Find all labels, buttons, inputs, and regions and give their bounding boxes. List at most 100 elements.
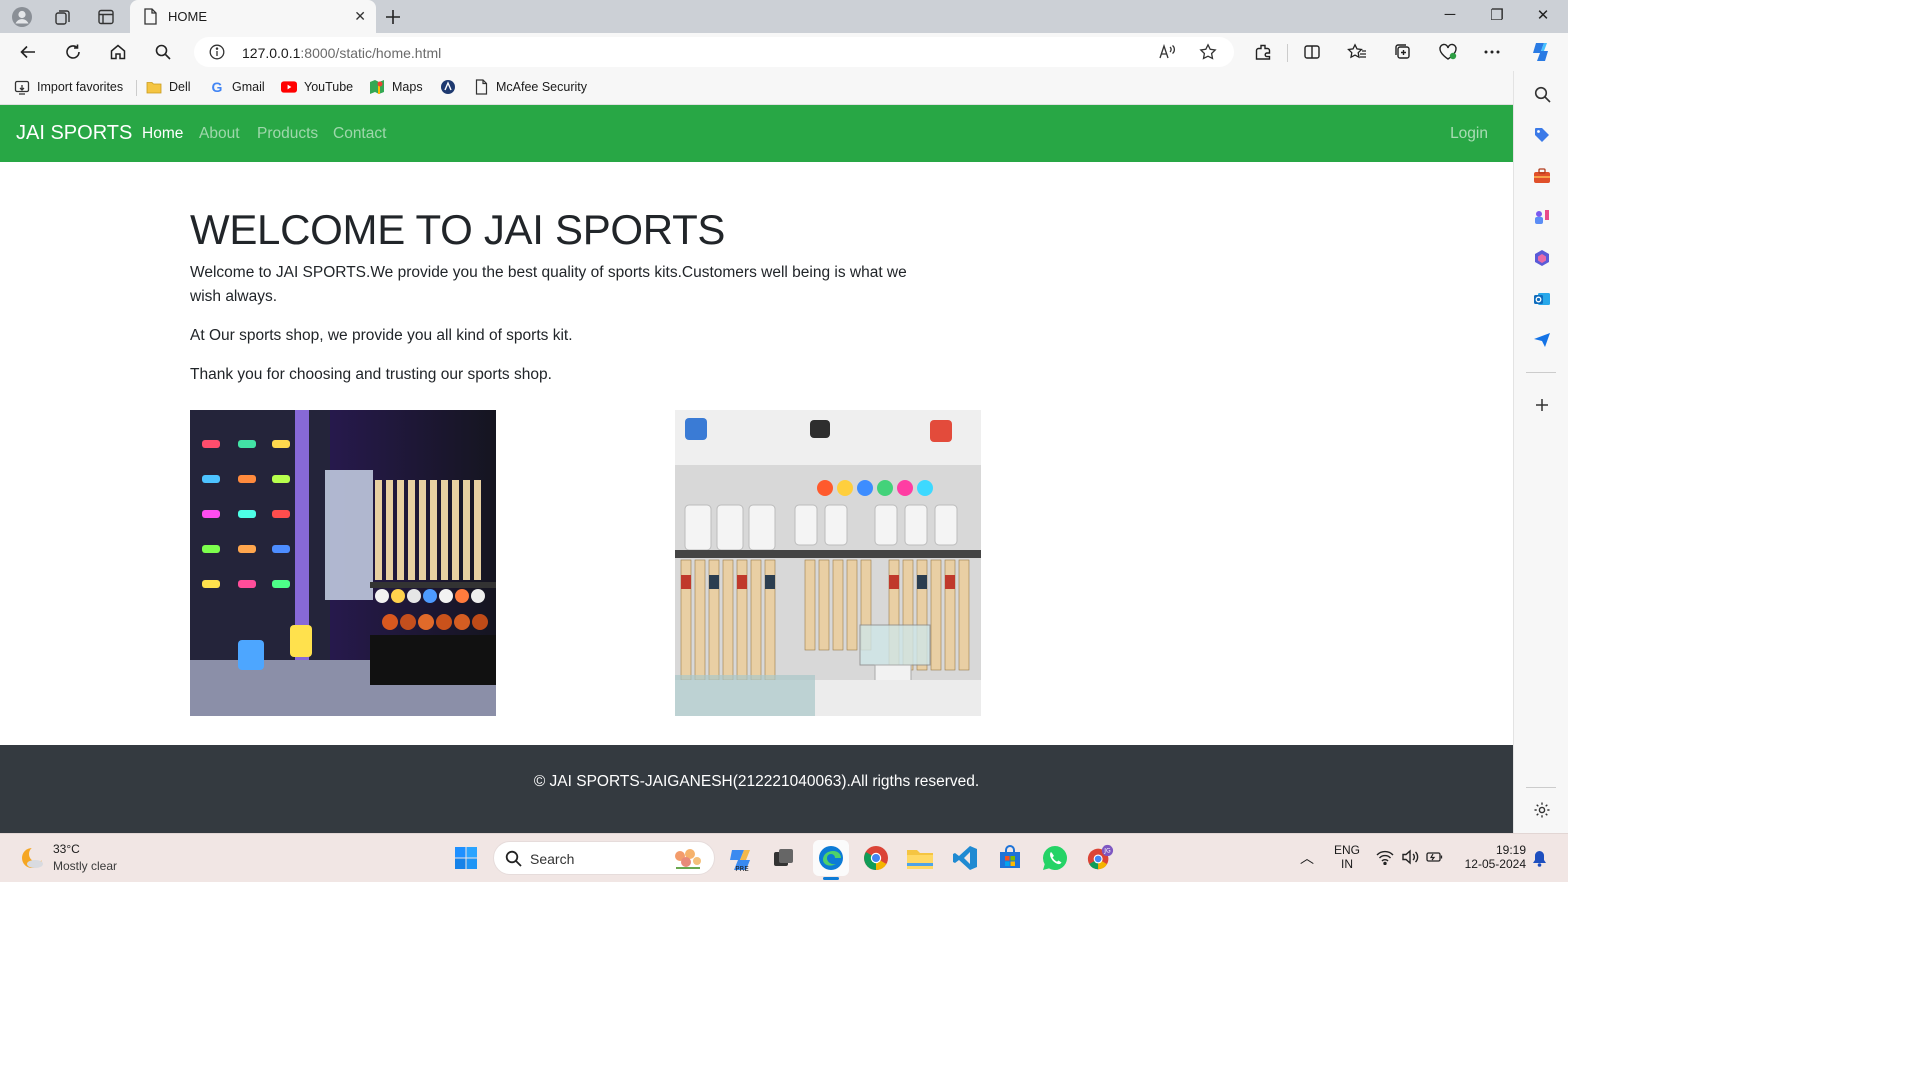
sidebar-divider-bottom	[1526, 787, 1556, 788]
collections-icon[interactable]	[51, 5, 75, 29]
start-windows-icon[interactable]	[452, 844, 480, 872]
volume-icon[interactable]	[1401, 849, 1419, 868]
language-indicator[interactable]: ENG IN	[1334, 843, 1360, 871]
vertical-tabs-icon[interactable]	[94, 5, 118, 29]
favbar-divider	[136, 80, 137, 96]
site-brand[interactable]: JAI SPORTS	[16, 122, 132, 145]
games-icon[interactable]	[1531, 206, 1553, 228]
maps-icon	[369, 79, 385, 95]
favorite-mcafee[interactable]: McAfee Security	[473, 79, 587, 95]
favorite-site[interactable]	[440, 79, 456, 95]
edge-active-indicator	[823, 877, 839, 880]
search-highlight-flowers-icon	[670, 846, 706, 877]
svg-text:PRE: PRE	[735, 865, 749, 872]
copilot-icon[interactable]	[1528, 39, 1554, 65]
nav-home[interactable]: Home	[142, 125, 183, 143]
browser-essentials-icon[interactable]	[1437, 41, 1459, 63]
edge-sidebar	[1513, 71, 1568, 833]
home-icon[interactable]	[107, 41, 129, 63]
refresh-icon[interactable]	[62, 41, 84, 63]
region-code: IN	[1341, 857, 1353, 871]
nav-contact[interactable]: Contact	[333, 125, 386, 143]
search-icon[interactable]	[152, 41, 174, 63]
tab-home[interactable]: HOME ✕	[130, 0, 376, 34]
weather-description[interactable]: Mostly clear	[53, 859, 117, 873]
clock-date: 12-05-2024	[1464, 857, 1526, 871]
more-options-icon[interactable]	[1481, 41, 1503, 63]
page-icon	[473, 79, 489, 95]
import-favorites-icon	[14, 79, 30, 95]
shopping-tag-icon[interactable]	[1531, 124, 1553, 146]
weather-moon-icon[interactable]	[18, 844, 46, 877]
taskbar-search[interactable]: Search	[493, 841, 715, 875]
clock[interactable]: 19:19 12-05-2024	[1458, 843, 1526, 871]
edge-browser-icon[interactable]	[813, 840, 849, 880]
wifi-icon[interactable]	[1376, 849, 1394, 868]
whatsapp-icon[interactable]	[1041, 844, 1069, 872]
shop-photo-cricket	[675, 410, 981, 716]
tab-title: HOME	[168, 9, 207, 24]
profile-icon[interactable]	[10, 5, 34, 29]
favorite-label: McAfee Security	[496, 80, 588, 94]
taskbar-search-label: Search	[530, 851, 575, 867]
chrome-profile-icon[interactable]: JG	[1086, 844, 1114, 872]
tab-strip: HOME ✕ ─ ❐ ✕	[0, 0, 1568, 34]
address-bar-row: 127.0.0.1:8000/static/home.html	[0, 33, 1568, 71]
taskbar-search-icon	[505, 850, 522, 872]
url-field[interactable]: 127.0.0.1:8000/static/home.html	[194, 37, 1234, 67]
vscode-icon[interactable]	[951, 844, 979, 872]
minimize-icon[interactable]: ─	[1438, 6, 1462, 23]
favorite-label: Dell	[169, 80, 191, 94]
login-link[interactable]: Login	[1450, 125, 1488, 143]
favorite-label: Maps	[392, 80, 423, 94]
favorite-youtube[interactable]: YouTube	[281, 79, 353, 95]
split-screen-icon[interactable]	[1301, 41, 1323, 63]
drop-send-icon[interactable]	[1531, 329, 1553, 351]
sidebar-search-icon[interactable]	[1531, 83, 1553, 105]
extensions-icon[interactable]	[1252, 41, 1274, 63]
copilot-preview-icon[interactable]: PRE	[728, 844, 756, 872]
task-view-icon[interactable]	[770, 844, 798, 872]
favorites-icon[interactable]	[1346, 41, 1368, 63]
site-favicon-icon	[440, 79, 456, 95]
site-info-icon[interactable]	[209, 44, 225, 65]
page-heading: WELCOME TO JAI SPORTS	[190, 206, 726, 253]
url-path: :8000/static/home.html	[300, 45, 442, 61]
intro-paragraph: Welcome to JAI SPORTS.We provide you the…	[190, 264, 907, 305]
notifications-bell-icon[interactable]	[1532, 850, 1547, 870]
new-tab-icon[interactable]	[381, 5, 405, 29]
main-content: WELCOME TO JAI SPORTS Welcome to JAI SPO…	[190, 205, 990, 402]
weather-temperature[interactable]: 33°C	[53, 842, 80, 856]
tools-briefcase-icon[interactable]	[1531, 165, 1553, 187]
url-host: 127.0.0.1	[242, 45, 301, 61]
nav-about[interactable]: About	[199, 125, 240, 143]
store-icon[interactable]	[996, 844, 1024, 872]
file-explorer-icon[interactable]	[906, 844, 934, 872]
page-icon	[143, 8, 157, 30]
close-tab-icon[interactable]: ✕	[354, 8, 366, 25]
sidebar-settings-icon[interactable]	[1531, 799, 1553, 821]
favorite-import[interactable]: Import favorites	[14, 79, 123, 95]
add-sidebar-app-icon[interactable]	[1531, 394, 1553, 416]
footer-copyright: © JAI SPORTS-JAIGANESH(212221040063).All…	[533, 773, 980, 790]
outlook-icon[interactable]	[1531, 288, 1553, 310]
read-aloud-icon[interactable]	[1158, 43, 1176, 65]
collections-toolbar-icon[interactable]	[1392, 41, 1414, 63]
google-icon: G	[211, 79, 223, 95]
favorite-maps[interactable]: Maps	[369, 79, 423, 95]
clock-time: 19:19	[1495, 843, 1526, 857]
close-window-icon[interactable]: ✕	[1531, 6, 1555, 24]
chrome-icon[interactable]	[862, 844, 890, 872]
nav-products[interactable]: Products	[257, 125, 318, 143]
battery-icon[interactable]	[1426, 849, 1444, 868]
back-icon[interactable]	[17, 41, 39, 63]
office-icon[interactable]	[1531, 247, 1553, 269]
favorite-star-icon[interactable]	[1199, 43, 1217, 66]
favorite-gmail[interactable]: G Gmail	[209, 79, 265, 95]
svg-text:JG: JG	[1103, 848, 1111, 855]
show-hidden-icons-chevron-icon[interactable]: ︿	[1300, 848, 1314, 868]
restore-icon[interactable]: ❐	[1485, 6, 1509, 24]
site-footer: © JAI SPORTS-JAIGANESH(212221040063).All…	[0, 745, 1513, 833]
youtube-icon	[281, 79, 297, 95]
favorite-dell[interactable]: Dell	[146, 79, 191, 95]
